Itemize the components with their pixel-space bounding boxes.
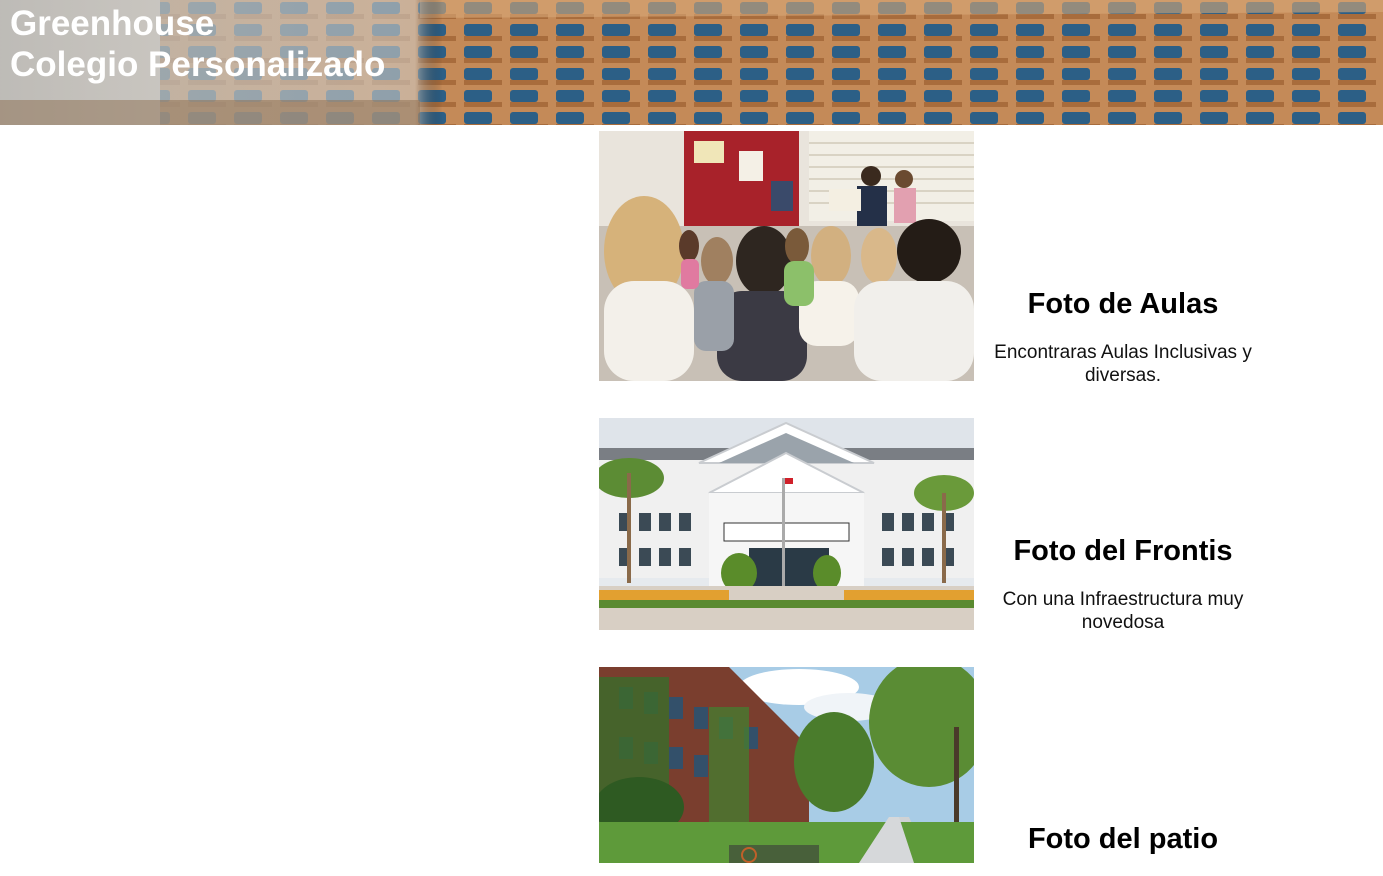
building-front-photo bbox=[599, 418, 974, 630]
section-description: Con una Infraestructura muy novedosa bbox=[1002, 589, 1244, 633]
gallery-item-aulas: Foto de Aulas Encontraras Aulas Inclusiv… bbox=[0, 131, 1383, 386]
section-description: Encontraras Aulas Inclusivas y diversas. bbox=[994, 342, 1252, 386]
caption-aulas: Foto de Aulas Encontraras Aulas Inclusiv… bbox=[985, 287, 1261, 387]
site-title: Greenhouse Colegio Personalizado bbox=[10, 3, 385, 85]
caption-frontis: Foto del Frontis Con una Infraestructura… bbox=[985, 534, 1261, 634]
classroom-photo bbox=[599, 131, 974, 381]
site-title-line1: Greenhouse bbox=[10, 4, 215, 43]
gallery-item-patio: Foto del patio bbox=[0, 667, 1383, 863]
courtyard-photo bbox=[599, 667, 974, 863]
site-title-line2: Colegio Personalizado bbox=[10, 45, 386, 84]
section-title: Foto del patio bbox=[1027, 823, 1219, 855]
header-banner: Greenhouse Colegio Personalizado bbox=[0, 0, 1383, 125]
caption-patio: Foto del patio bbox=[985, 822, 1261, 876]
section-title: Foto de Aulas bbox=[1027, 288, 1219, 320]
section-title: Foto del Frontis bbox=[1013, 535, 1233, 567]
gallery-item-frontis: Foto del Frontis Con una Infraestructura… bbox=[0, 418, 1383, 633]
